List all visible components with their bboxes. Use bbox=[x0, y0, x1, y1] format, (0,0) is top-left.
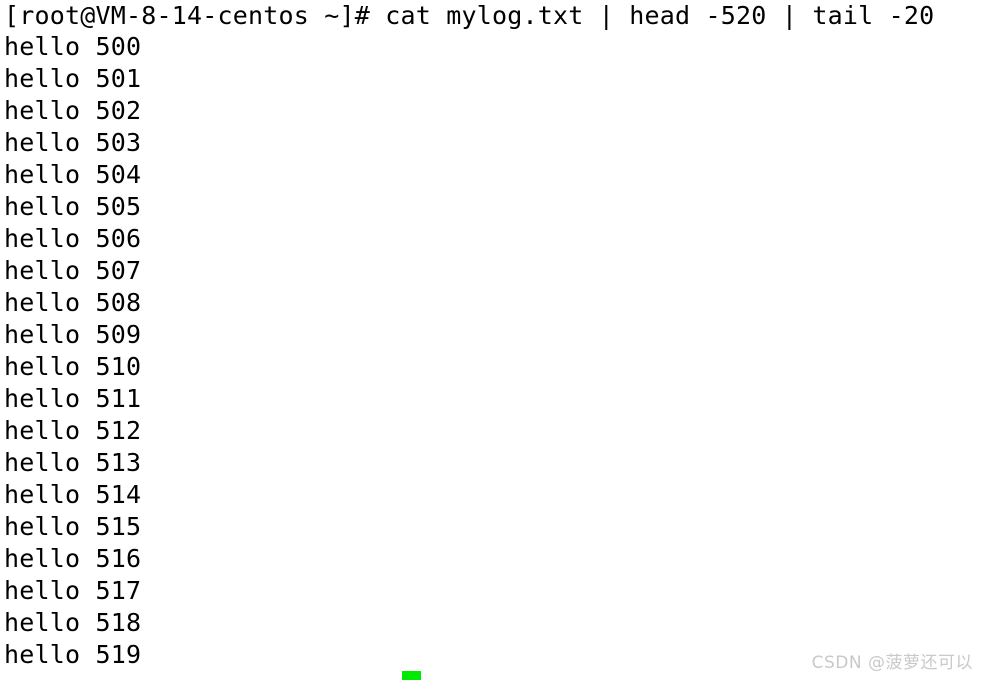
prompt-line: [root@VM-8-14-centos ~]# cat mylog.txt |… bbox=[4, 1, 935, 30]
output-line: hello 514 bbox=[4, 480, 142, 509]
command-output: hello 500 hello 501 hello 502 hello 503 hell… bbox=[0, 31, 985, 671]
terminal-window[interactable]: [root@VM-8-14-centos ~]# cat mylog.txt |… bbox=[0, 0, 985, 680]
terminal-cursor bbox=[402, 671, 421, 680]
output-line: hello 510 bbox=[4, 352, 142, 381]
output-line: hello 513 bbox=[4, 448, 142, 477]
output-line: hello 502 bbox=[4, 96, 142, 125]
output-line: hello 518 bbox=[4, 608, 142, 637]
output-line: hello 511 bbox=[4, 384, 142, 413]
output-line: hello 512 bbox=[4, 416, 142, 445]
output-line: hello 507 bbox=[4, 256, 142, 285]
output-line: hello 515 bbox=[4, 512, 142, 541]
output-line: hello 506 bbox=[4, 224, 142, 253]
output-line: hello 501 bbox=[4, 64, 142, 93]
csdn-watermark: CSDN @菠萝还可以 bbox=[811, 653, 973, 673]
output-line: hello 505 bbox=[4, 192, 142, 221]
output-line: hello 509 bbox=[4, 320, 142, 349]
output-line: hello 504 bbox=[4, 160, 142, 189]
output-line: hello 508 bbox=[4, 288, 142, 317]
output-line: hello 516 bbox=[4, 544, 142, 573]
output-line: hello 503 bbox=[4, 128, 142, 157]
output-line: hello 517 bbox=[4, 576, 142, 605]
output-line: hello 500 bbox=[4, 32, 142, 61]
